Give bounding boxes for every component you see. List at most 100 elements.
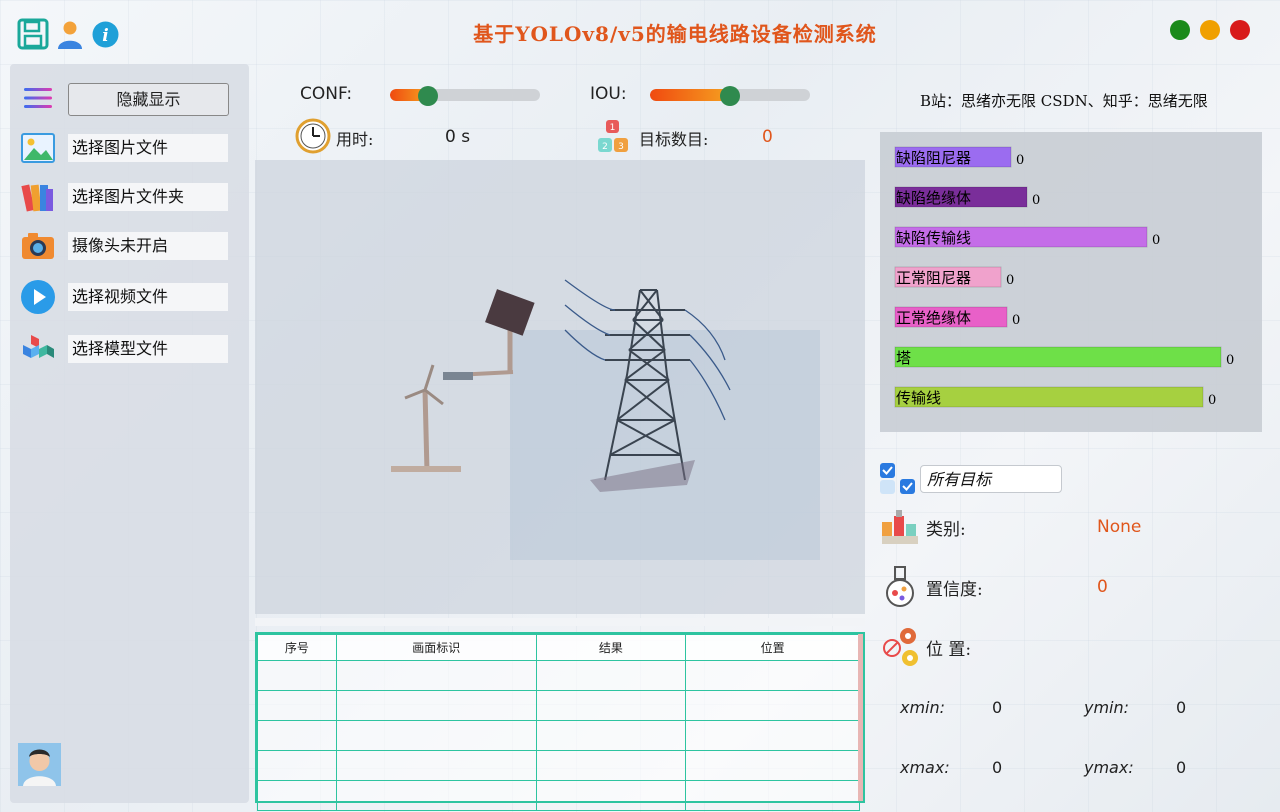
table-cell: [685, 750, 860, 781]
conf-slider-handle[interactable]: [417, 86, 438, 106]
table-cell: [335, 690, 537, 721]
chart-bar-label: 正常绝缘体: [896, 309, 971, 327]
conf-label: CONF:: [300, 84, 353, 104]
xmin-label: xmin:: [900, 698, 946, 717]
table-cell: [535, 720, 687, 751]
chart-bar-label: 塔: [896, 349, 911, 367]
ymin-value: 0: [1176, 698, 1187, 717]
viewer-status-strip: [255, 618, 865, 626]
table-cell: [685, 720, 860, 751]
chart-bar-label: 缺陷绝缘体: [896, 189, 971, 207]
image-folder-icon: [20, 179, 56, 215]
number-blocks-icon: 123: [596, 118, 632, 154]
select-image-file-button[interactable]: 选择图片文件: [68, 134, 228, 162]
svg-text:i: i: [102, 26, 108, 46]
table-cell: [257, 690, 337, 721]
image-viewer: [255, 160, 865, 614]
confidence-label: 置信度:: [926, 580, 983, 600]
credits-text: B站：思绪亦无限 CSDN、知乎：思绪无限: [920, 92, 1208, 110]
play-video-icon: [20, 279, 56, 315]
chart-bar-value: 0: [1012, 313, 1020, 328]
app-title: 基于YOLOv8/v5的输电线路设备检测系统: [473, 22, 877, 46]
scene-illustration: [391, 279, 820, 560]
avatar[interactable]: [18, 743, 61, 786]
camera-button[interactable]: 摄像头未开启: [68, 232, 228, 260]
count-value: 0: [762, 127, 773, 147]
table-cell: [335, 750, 537, 781]
xmax-value: 0: [992, 758, 1003, 777]
chart-bar-5: [894, 346, 1222, 368]
position-gears-icon: [882, 626, 920, 668]
chart-bar-6: [894, 386, 1204, 408]
flask-icon: [884, 565, 916, 609]
table-row[interactable]: [257, 780, 860, 811]
table-cell: [685, 690, 860, 721]
table-row[interactable]: [257, 690, 860, 721]
table-cell: [535, 690, 687, 721]
table-row[interactable]: [257, 720, 860, 751]
category-bottles-icon: [880, 508, 920, 546]
table-cell: [535, 780, 687, 811]
column-header-frame-id[interactable]: 画面标识: [335, 634, 537, 661]
table-cell: [535, 660, 687, 691]
chart-bar-value: 0: [1032, 193, 1040, 208]
table-cell: [335, 720, 537, 751]
table-cell: [535, 750, 687, 781]
user-icon[interactable]: [57, 20, 83, 50]
class-label: 类别:: [926, 520, 966, 540]
table-row[interactable]: [257, 750, 860, 781]
sidebar: [10, 64, 249, 803]
hamburger-icon[interactable]: [24, 86, 52, 110]
table-cell: [335, 780, 537, 811]
column-header-position[interactable]: 位置: [685, 634, 860, 661]
xmin-value: 0: [992, 698, 1003, 717]
select-model-file-button[interactable]: 选择模型文件: [68, 335, 228, 363]
ymax-value: 0: [1176, 758, 1187, 777]
table-cell: [685, 780, 860, 811]
svg-text:3: 3: [618, 142, 624, 152]
column-header-result[interactable]: 结果: [535, 634, 687, 661]
camera-icon: [20, 228, 56, 264]
chart-bar-label: 缺陷传输线: [896, 229, 971, 247]
chart-bar-label: 正常阻尼器: [896, 269, 971, 287]
table-cell: [257, 720, 337, 751]
svg-text:2: 2: [602, 142, 608, 152]
table-cell: [257, 750, 337, 781]
clock-icon: [295, 118, 331, 154]
detection-bar-chart: 缺陷阻尼器 0 缺陷绝缘体 0 缺陷传输线 0 正常阻尼器 0 正常绝缘体 0 塔 0 传输线 0: [880, 132, 1262, 432]
svg-text:1: 1: [610, 123, 616, 133]
target-filter-select[interactable]: 所有目标: [920, 465, 1062, 493]
chart-bar-value: 0: [1016, 153, 1024, 168]
time-label: 用时:: [336, 130, 374, 149]
iou-slider-handle[interactable]: [720, 86, 740, 106]
minimize-button[interactable]: [1200, 20, 1220, 40]
select-video-file-button[interactable]: 选择视频文件: [68, 283, 228, 311]
table-cell: [335, 660, 537, 691]
conf-slider-track[interactable]: [390, 89, 540, 101]
confidence-value: 0: [1097, 577, 1108, 597]
chart-bar-label: 缺陷阻尼器: [896, 149, 971, 167]
maximize-button[interactable]: [1170, 20, 1190, 40]
info-icon[interactable]: i: [92, 21, 119, 48]
table-row[interactable]: [257, 660, 860, 691]
table-cell: [257, 660, 337, 691]
table-cell: [257, 780, 337, 811]
model-cubes-icon: [20, 331, 56, 367]
toggle-display-button[interactable]: 隐藏显示: [68, 83, 229, 116]
table-cell: [685, 660, 860, 691]
time-value: 0 s: [445, 127, 471, 147]
position-label: 位 置:: [926, 640, 972, 660]
table-scrollbar[interactable]: [858, 634, 863, 801]
column-header-index[interactable]: 序号: [257, 634, 337, 661]
results-table: 序号 画面标识 结果 位置: [255, 632, 865, 811]
chart-bar-value: 0: [1208, 393, 1216, 408]
close-button[interactable]: [1230, 20, 1250, 40]
select-image-folder-button[interactable]: 选择图片文件夹: [68, 183, 228, 211]
save-icon[interactable]: [17, 18, 49, 50]
class-value: None: [1097, 517, 1142, 537]
xmax-label: xmax:: [900, 758, 950, 777]
chart-bar-value: 0: [1006, 273, 1014, 288]
image-file-icon: [20, 130, 56, 166]
iou-label: IOU:: [590, 84, 627, 104]
checkbox-list-icon: [880, 463, 916, 495]
